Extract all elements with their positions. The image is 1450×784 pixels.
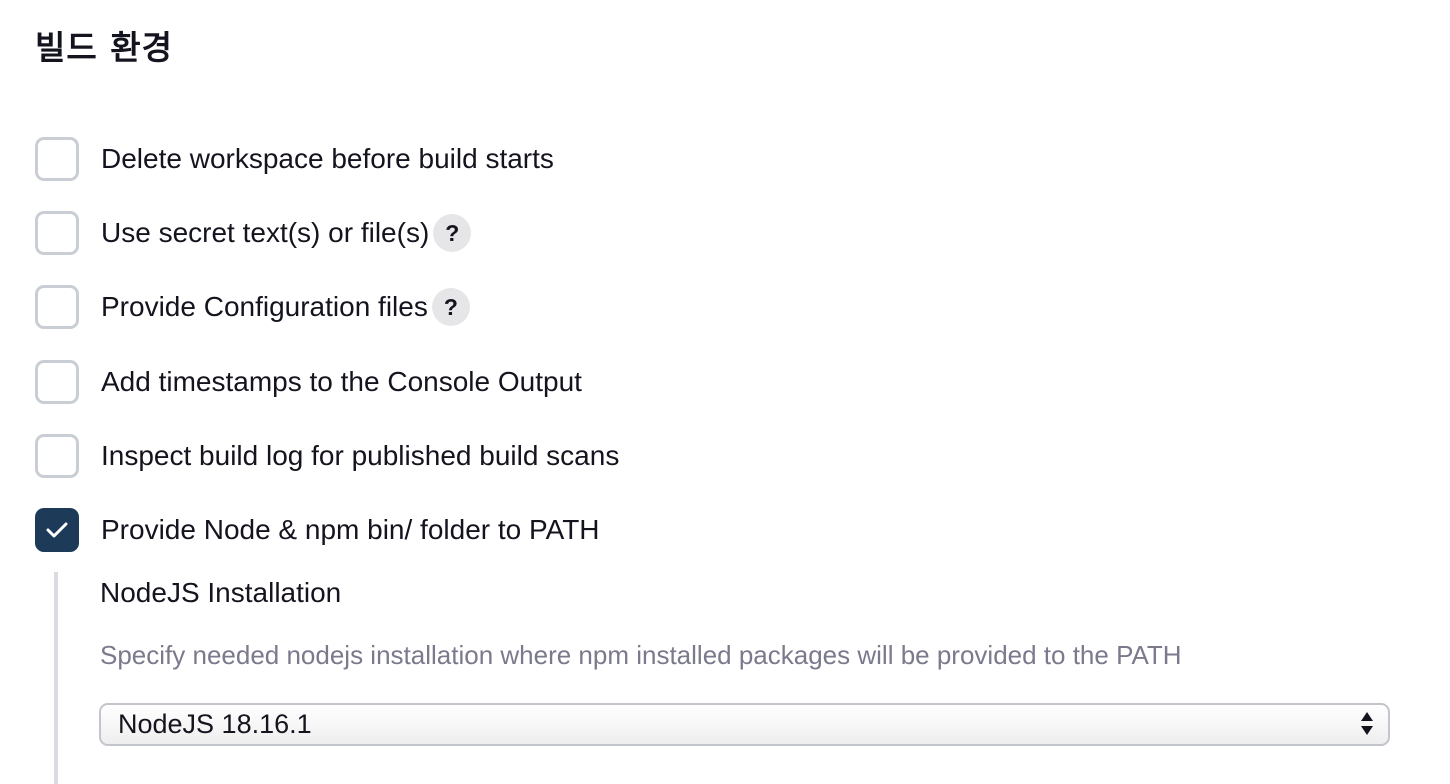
nodejs-installation-select[interactable]: NodeJS 18.16.1	[99, 703, 1390, 746]
select-value: NodeJS 18.16.1	[118, 709, 312, 739]
help-icon[interactable]: ?	[431, 288, 470, 326]
option-label: Inspect build log for published build sc…	[101, 440, 620, 471]
checkmark-icon	[46, 522, 68, 538]
config-files-checkbox[interactable]	[35, 285, 79, 329]
nodejs-installation-title: NodeJS Installation	[100, 577, 342, 608]
option-label: Add timestamps to the Console Output	[101, 366, 582, 397]
option-label: Delete workspace before build starts	[101, 143, 554, 174]
option-delete-workspace[interactable]: Delete workspace before build starts	[35, 137, 554, 181]
nested-section-rule	[54, 572, 58, 784]
option-label: Provide Node & npm bin/ folder to PATH	[101, 514, 600, 545]
node-path-checkbox[interactable]	[35, 508, 79, 552]
section-title: 빌드 환경	[35, 28, 173, 67]
option-label: Provide Configuration files	[101, 291, 428, 322]
option-node-path[interactable]: Provide Node & npm bin/ folder to PATH	[35, 508, 600, 552]
option-config-files[interactable]: Provide Configuration files ?	[35, 285, 470, 329]
secret-text-checkbox[interactable]	[35, 211, 79, 255]
select-arrows-icon	[1360, 711, 1374, 736]
delete-workspace-checkbox[interactable]	[35, 137, 79, 181]
option-label: Use secret text(s) or file(s)	[101, 217, 430, 248]
help-icon[interactable]: ?	[433, 214, 472, 252]
nodejs-installation-description: Specify needed nodejs installation where…	[100, 640, 1182, 670]
option-secret-text[interactable]: Use secret text(s) or file(s) ?	[35, 211, 472, 255]
build-scans-checkbox[interactable]	[35, 434, 79, 478]
option-build-scans[interactable]: Inspect build log for published build sc…	[35, 434, 619, 478]
timestamps-checkbox[interactable]	[35, 360, 79, 404]
option-timestamps[interactable]: Add timestamps to the Console Output	[35, 360, 582, 404]
